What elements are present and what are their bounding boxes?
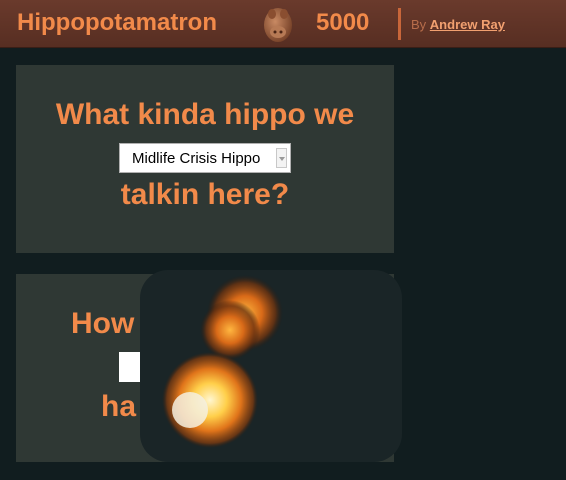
author-link[interactable]: Andrew Ray [430,17,505,32]
hippo-type-question-end: talkin here? [120,178,290,211]
byline-label: By [411,17,427,32]
app-version: 5000 [316,9,370,36]
explosion-icon [162,275,283,448]
second-question-start: How [71,307,135,340]
hippo-type-select-value: Midlife Crisis Hippo [132,150,261,167]
app-header: Hippopotamatron 5000 By Andrew Ray [0,0,566,48]
app-title: Hippopotamatron [17,9,217,36]
second-question-end: ha [101,390,137,423]
hippo-type-question-start: What kinda hippo we [55,98,355,131]
byline: By Andrew Ray [411,17,505,32]
header-divider [398,8,401,40]
chevron-down-icon[interactable] [276,148,287,168]
hippo-type-panel: What kinda hippo we Midlife Crisis Hippo… [16,65,394,253]
hippo-type-select[interactable]: Midlife Crisis Hippo [119,143,291,173]
hippo-logo-icon [264,8,292,42]
